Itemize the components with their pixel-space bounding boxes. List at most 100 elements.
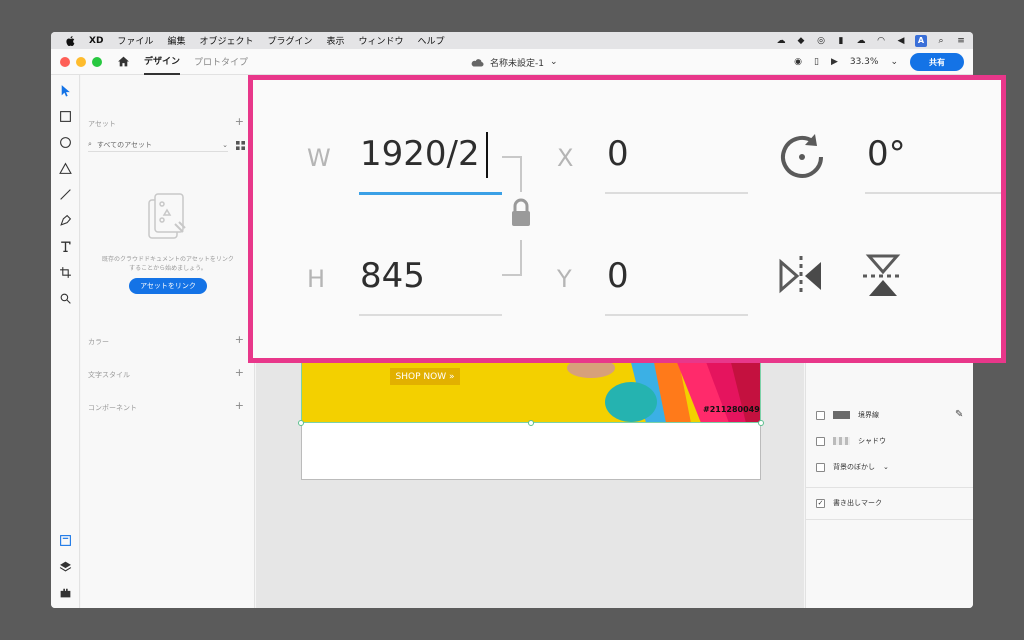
y-field-underline[interactable] xyxy=(605,314,748,316)
background-blur-row[interactable]: 背景のぼかし ⌄ xyxy=(816,461,889,473)
rotation-value[interactable]: 0° xyxy=(867,134,906,174)
title-bar-actions: ◉ ▯ ▶ 33.3% ⌄ 共有 xyxy=(794,49,964,75)
select-tool-icon[interactable] xyxy=(58,83,73,98)
section-components[interactable]: コンポーネント xyxy=(88,403,137,413)
section-colors[interactable]: カラー xyxy=(88,337,109,347)
zoom-level[interactable]: 33.3% xyxy=(850,57,879,67)
spotlight-search-icon[interactable]: ⌕ xyxy=(935,35,947,47)
border-color-swatch[interactable] xyxy=(833,411,850,419)
chevron-down-icon[interactable]: ⌄ xyxy=(222,141,228,149)
chevron-down-icon: ⌄ xyxy=(549,57,558,67)
line-tool-icon[interactable] xyxy=(58,187,73,202)
background-blur-checkbox[interactable] xyxy=(816,462,825,472)
artboard-empty-area[interactable] xyxy=(301,423,761,480)
linked-assets-illustration-icon xyxy=(148,193,186,239)
document-title-label: 名称未設定-1 xyxy=(490,58,544,69)
mobile-preview-icon[interactable]: ▯ xyxy=(814,57,819,67)
section-character-styles[interactable]: 文字スタイル xyxy=(88,370,130,380)
artboard-tool-icon[interactable] xyxy=(58,265,73,280)
pen-tool-icon[interactable] xyxy=(58,213,73,228)
input-source-icon[interactable]: A xyxy=(915,34,927,47)
text-caret xyxy=(486,132,488,178)
add-asset-plus-icon[interactable]: + xyxy=(235,115,244,128)
menu-plugins[interactable]: プラグイン xyxy=(267,34,312,47)
creative-cloud-sync-icon[interactable]: ☁ xyxy=(775,35,787,47)
notification-center-icon[interactable]: ≡ xyxy=(955,35,967,47)
asset-search[interactable]: ⌕ すべてのアセット ⌄ xyxy=(88,138,228,152)
border-label: 境界線 xyxy=(858,411,879,419)
flip-horizontal-icon[interactable] xyxy=(777,254,825,298)
apple-icon[interactable] xyxy=(65,35,77,47)
border-checkbox[interactable] xyxy=(816,410,825,420)
share-button[interactable]: 共有 xyxy=(910,53,964,71)
layers-panel-icon[interactable] xyxy=(58,559,73,574)
menu-help[interactable]: ヘルプ xyxy=(418,34,445,47)
wifi-icon[interactable]: ◠ xyxy=(875,35,887,47)
width-value[interactable]: 1920/2 xyxy=(360,134,480,174)
menu-file[interactable]: ファイル xyxy=(117,34,153,47)
battery-alert-icon[interactable]: ▮ xyxy=(835,35,847,47)
shadow-label: シャドウ xyxy=(858,437,886,445)
minimize-window-button[interactable] xyxy=(76,56,86,67)
height-field-underline[interactable] xyxy=(359,314,502,316)
assets-panel-icon[interactable] xyxy=(58,533,73,548)
menu-edit[interactable]: 編集 xyxy=(167,34,185,47)
add-color-plus-icon[interactable]: + xyxy=(235,333,244,346)
border-row[interactable]: 境界線 xyxy=(816,409,879,421)
width-field-underline[interactable] xyxy=(359,192,502,195)
background-blur-label: 背景のぼかし xyxy=(833,463,875,471)
lock-aspect-icon[interactable] xyxy=(510,198,532,228)
rectangle-tool-icon[interactable] xyxy=(58,109,73,124)
divider xyxy=(806,487,973,488)
lock-bracket-top xyxy=(502,156,522,192)
shadow-row[interactable]: シャドウ xyxy=(816,435,886,447)
user-icon[interactable]: ◉ xyxy=(794,57,802,67)
eyedropper-icon[interactable]: ✎ xyxy=(955,409,963,420)
menu-window[interactable]: ウィンドウ xyxy=(359,34,404,47)
plugins-panel-icon[interactable] xyxy=(58,585,73,600)
ellipse-tool-icon[interactable] xyxy=(58,135,73,150)
menu-xd[interactable]: XD xyxy=(89,36,103,46)
volume-icon[interactable]: ◀ xyxy=(895,35,907,47)
zoom-tool-icon[interactable] xyxy=(58,291,73,306)
document-title[interactable]: 名称未設定-1 ⌄ xyxy=(471,49,558,75)
y-value[interactable]: 0 xyxy=(607,256,629,296)
cloud-upload-icon[interactable]: ☁ xyxy=(855,35,867,47)
cloud-document-icon xyxy=(471,58,484,67)
height-value[interactable]: 845 xyxy=(360,256,425,296)
x-field-underline[interactable] xyxy=(605,192,748,194)
tab-design[interactable]: デザイン xyxy=(144,49,181,75)
rotate-icon[interactable] xyxy=(777,132,829,182)
tab-prototype[interactable]: プロトタイプ xyxy=(194,49,248,75)
x-value[interactable]: 0 xyxy=(607,134,629,174)
resize-handle[interactable] xyxy=(758,420,764,426)
zoom-chevron-icon[interactable]: ⌄ xyxy=(890,57,898,67)
search-icon: ⌕ xyxy=(88,140,92,148)
dropbox-icon[interactable]: ◆ xyxy=(795,35,807,47)
chevron-down-icon[interactable]: ⌄ xyxy=(883,463,889,471)
grid-view-icon[interactable] xyxy=(236,141,245,150)
x-label: X xyxy=(557,144,574,172)
menu-view[interactable]: 表示 xyxy=(326,34,344,47)
shadow-checkbox[interactable] xyxy=(816,436,825,446)
add-component-plus-icon[interactable]: + xyxy=(235,399,244,412)
home-icon[interactable] xyxy=(117,55,130,68)
zoom-window-button[interactable] xyxy=(92,56,102,67)
empty-assets-message: 既存のクラウドドキュメントのアセットをリンクすることから始めましょう。 xyxy=(102,256,234,272)
add-char-style-plus-icon[interactable]: + xyxy=(235,366,244,379)
resize-handle[interactable] xyxy=(298,420,304,426)
close-window-button[interactable] xyxy=(60,56,70,67)
menu-object[interactable]: オブジェクト xyxy=(199,34,253,47)
play-preview-icon[interactable]: ▶ xyxy=(831,57,838,67)
export-mark-row[interactable]: ✓ 書き出しマーク xyxy=(816,497,882,509)
text-tool-icon[interactable] xyxy=(58,239,73,254)
shadow-swatch[interactable] xyxy=(833,437,850,445)
rotation-field-underline[interactable] xyxy=(865,192,1001,194)
polygon-tool-icon[interactable] xyxy=(58,161,73,176)
link-assets-button[interactable]: アセットをリンク xyxy=(129,278,207,294)
resize-handle[interactable] xyxy=(528,420,534,426)
export-mark-label: 書き出しマーク xyxy=(833,499,882,507)
flip-vertical-icon[interactable] xyxy=(861,252,905,300)
creative-cloud-icon[interactable]: ◎ xyxy=(815,35,827,47)
export-mark-checkbox[interactable]: ✓ xyxy=(816,498,825,508)
